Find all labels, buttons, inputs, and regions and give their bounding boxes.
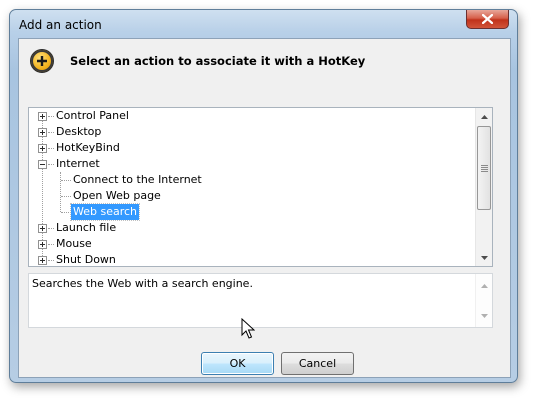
tree-item-hotkeybind[interactable]: HotKeyBind	[29, 140, 469, 156]
tree-item-label: Open Web page	[73, 189, 161, 202]
tree-item-label: Mouse	[56, 237, 92, 250]
description-text: Searches the Web with a search engine.	[32, 277, 253, 290]
description-box[interactable]: Searches the Web with a search engine.	[28, 273, 493, 328]
close-x-icon	[482, 14, 493, 24]
tree-item-mouse[interactable]: Mouse	[29, 236, 469, 252]
tree-item-open-web-page[interactable]: Open Web page	[29, 188, 469, 204]
title-bar[interactable]: Add an action	[10, 10, 517, 38]
tree-item-web-search[interactable]: Web search	[29, 203, 469, 221]
header-instruction: Select an action to associate it with a …	[70, 54, 366, 68]
tree-item-label: Connect to the Internet	[73, 173, 202, 186]
expand-icon[interactable]	[38, 112, 47, 121]
description-scrollbar[interactable]	[475, 274, 492, 327]
tree-scrollbar[interactable]	[475, 108, 492, 266]
ok-button[interactable]: OK	[201, 352, 274, 375]
expand-icon[interactable]	[38, 224, 47, 233]
expand-icon[interactable]	[38, 144, 47, 153]
close-button[interactable]	[466, 10, 509, 29]
tree-item-label: Launch file	[56, 221, 117, 234]
expand-icon[interactable]	[38, 256, 47, 265]
window-title: Add an action	[19, 18, 102, 32]
expand-icon[interactable]	[38, 240, 47, 249]
tree-item-label: HotKeyBind	[56, 141, 120, 154]
tree-item-internet[interactable]: Internet	[29, 156, 469, 172]
dialog-client-area: Select an action to associate it with a …	[18, 38, 511, 378]
tree-item-label: Desktop	[56, 125, 102, 138]
tree-item-launch-file[interactable]: Launch file	[29, 220, 469, 236]
action-tree[interactable]: Control Panel Desktop HotKeyBind Interne…	[28, 107, 493, 267]
add-circle-icon	[30, 49, 54, 73]
tree-item-control-panel[interactable]: Control Panel	[29, 108, 469, 124]
scroll-up-arrow-icon[interactable]	[476, 277, 492, 294]
tree-item-label: Control Panel	[56, 109, 129, 122]
tree-item-label: Internet	[56, 157, 100, 170]
scroll-down-arrow-icon[interactable]	[476, 249, 492, 266]
collapse-icon[interactable]	[38, 160, 47, 169]
scroll-down-arrow-icon[interactable]	[476, 307, 492, 324]
scroll-up-arrow-icon[interactable]	[476, 108, 492, 125]
tree-item-label: Shut Down	[56, 253, 116, 266]
mouse-pointer-icon	[241, 318, 255, 339]
expand-icon[interactable]	[38, 128, 47, 137]
cancel-button[interactable]: Cancel	[281, 352, 354, 375]
tree-item-label-selected: Web search	[69, 203, 141, 221]
tree-item-desktop[interactable]: Desktop	[29, 124, 469, 140]
scrollbar-thumb[interactable]	[477, 126, 491, 210]
dialog-window: Add an action Select an action to associ…	[9, 9, 518, 383]
tree-item-shut-down[interactable]: Shut Down	[29, 252, 469, 266]
tree-item-connect-to-internet[interactable]: Connect to the Internet	[29, 172, 469, 188]
